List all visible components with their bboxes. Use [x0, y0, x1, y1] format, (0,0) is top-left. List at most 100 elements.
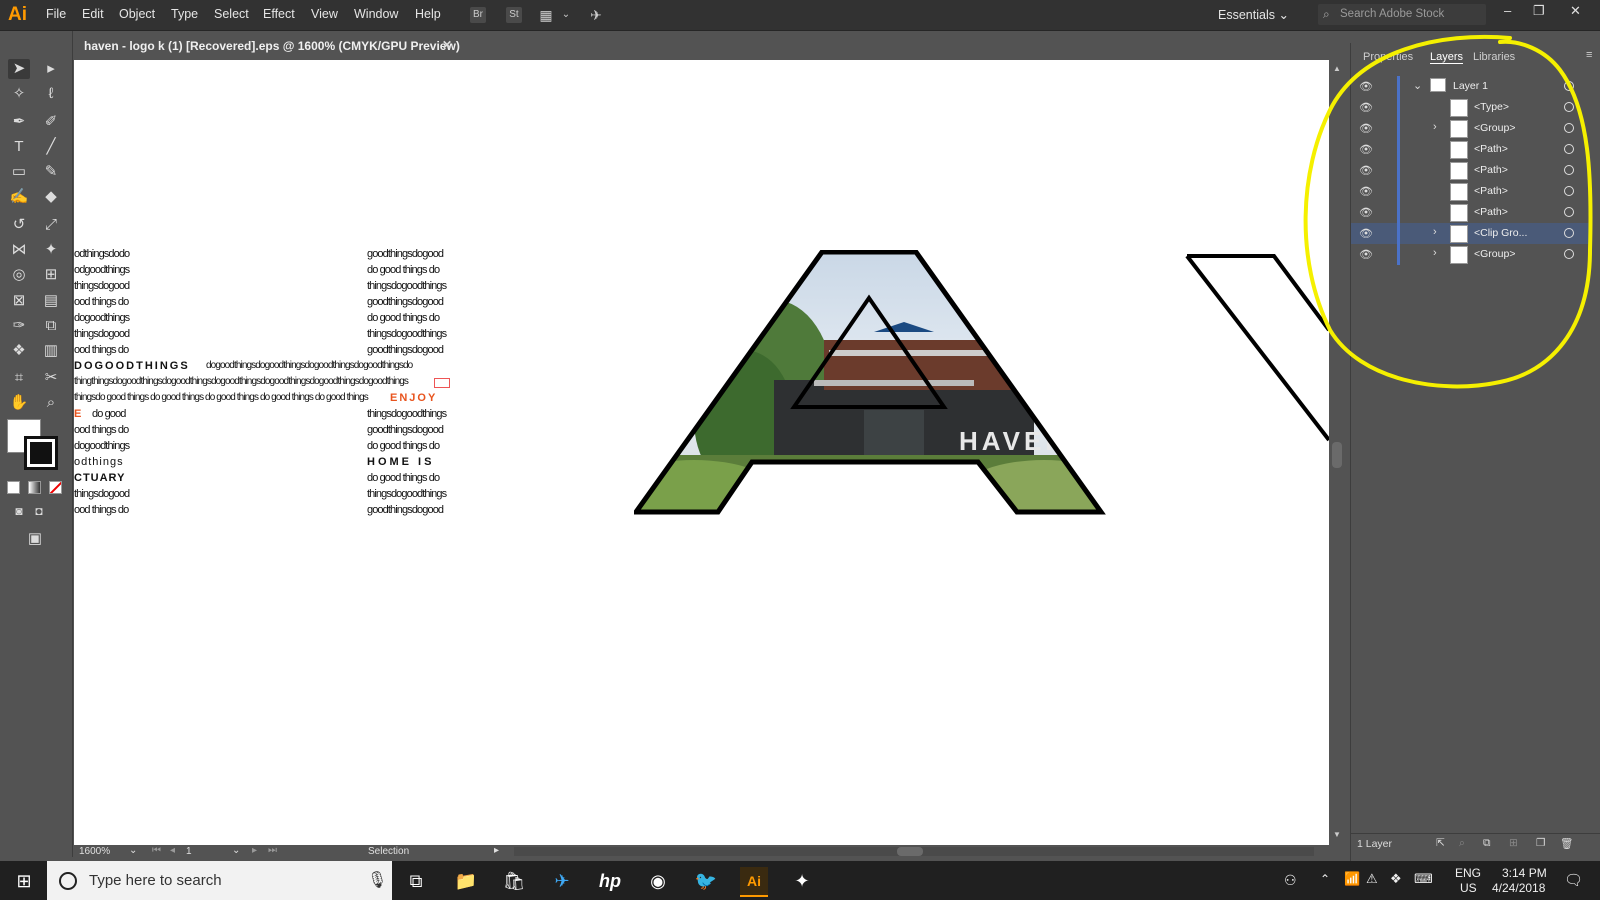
new-layer-icon[interactable]: ❐: [1536, 837, 1545, 849]
input-language[interactable]: ENG: [1455, 866, 1481, 880]
none-mode-icon[interactable]: [49, 481, 62, 494]
type-tool-icon[interactable]: T: [8, 137, 30, 157]
clock-date[interactable]: 4/24/2018: [1492, 881, 1545, 895]
width-tool-icon[interactable]: ⋈: [8, 240, 30, 260]
dropbox-icon[interactable]: ❖: [1390, 871, 1402, 887]
maximize-button[interactable]: ❐: [1533, 3, 1545, 19]
chevron-down-icon[interactable]: ⌄: [558, 7, 574, 23]
chrome-icon[interactable]: ◉: [644, 867, 672, 895]
menu-object[interactable]: Object: [119, 7, 155, 21]
eyedropper-tool-icon[interactable]: ✑: [8, 316, 30, 336]
magic-wand-tool-icon[interactable]: ✧: [8, 84, 30, 104]
illustrator-taskbar-icon[interactable]: Ai: [740, 867, 768, 897]
windows-start-icon[interactable]: ⊞: [10, 867, 38, 895]
direct-selection-tool-icon[interactable]: ▸: [40, 59, 62, 79]
minimize-button[interactable]: –: [1504, 3, 1511, 18]
clipping-mask-icon[interactable]: ⧉: [1483, 837, 1491, 850]
shaper-tool-icon[interactable]: ✍: [8, 187, 30, 207]
rectangle-tool-icon[interactable]: ▭: [8, 162, 30, 182]
input-region[interactable]: US: [1460, 881, 1477, 895]
action-center-icon[interactable]: 🗨: [1564, 871, 1583, 889]
column-graph-tool-icon[interactable]: ▥: [40, 341, 62, 361]
puppet-warp-tool-icon[interactable]: ✦: [40, 240, 62, 260]
artboard-dropdown-icon[interactable]: ⌄: [232, 845, 240, 856]
menu-window[interactable]: Window: [354, 7, 398, 21]
scroll-down-icon[interactable]: ▼: [1333, 830, 1341, 839]
first-artboard-icon[interactable]: ⏮: [152, 845, 161, 856]
hand-tool-icon[interactable]: ✋: [8, 393, 30, 413]
task-view-icon[interactable]: ⧉: [402, 867, 430, 895]
search-adobe-stock-input[interactable]: ⌕ Search Adobe Stock: [1318, 4, 1486, 25]
status-menu-icon[interactable]: ▸: [494, 845, 499, 856]
selection-tool-icon[interactable]: ➤: [8, 59, 30, 79]
perspective-grid-tool-icon[interactable]: ⊞: [40, 265, 62, 285]
store-icon[interactable]: 🛍: [500, 867, 528, 895]
symbol-sprayer-tool-icon[interactable]: ❖: [8, 341, 30, 361]
blend-tool-icon[interactable]: ⧉: [40, 316, 62, 336]
hp-icon[interactable]: hp: [596, 867, 624, 895]
pinned-app-3-icon[interactable]: ✦: [788, 867, 816, 895]
gradient-mode-icon[interactable]: [28, 481, 41, 494]
draw-behind-icon[interactable]: ◘: [28, 501, 50, 521]
antivirus-icon[interactable]: ⚠: [1366, 871, 1378, 887]
eraser-tool-icon[interactable]: ◆: [40, 187, 62, 207]
gradient-tool-icon[interactable]: ▤: [40, 291, 62, 311]
menu-edit[interactable]: Edit: [82, 7, 104, 21]
close-document-button[interactable]: ✕: [442, 38, 452, 52]
keyboard-icon[interactable]: ⌨: [1414, 871, 1433, 887]
current-tool-status[interactable]: Selection: [368, 846, 409, 857]
menu-help[interactable]: Help: [415, 7, 441, 21]
menu-file[interactable]: File: [46, 7, 66, 21]
pinned-app-2-icon[interactable]: 🐦: [692, 867, 720, 895]
menu-select[interactable]: Select: [214, 7, 249, 21]
close-window-button[interactable]: ✕: [1570, 3, 1581, 19]
last-artboard-icon[interactable]: ⏭: [268, 845, 277, 856]
pinned-app-icon[interactable]: ✈: [548, 867, 576, 895]
lasso-tool-icon[interactable]: ℓ: [40, 84, 62, 104]
change-screen-mode-icon[interactable]: ▣: [24, 529, 46, 549]
scale-tool-icon[interactable]: ⤢: [40, 215, 62, 235]
slice-tool-icon[interactable]: ✂: [40, 368, 62, 388]
file-explorer-icon[interactable]: 📁: [452, 867, 480, 895]
curvature-tool-icon[interactable]: ✐: [40, 112, 62, 132]
next-artboard-icon[interactable]: ▸: [252, 845, 257, 856]
vertical-scroll-thumb[interactable]: [1332, 442, 1342, 468]
clock-time[interactable]: 3:14 PM: [1502, 866, 1547, 880]
color-mode-icon[interactable]: [7, 481, 20, 494]
horizontal-scroll-thumb[interactable]: [897, 847, 923, 856]
arrange-documents-icon[interactable]: ▦: [538, 7, 554, 23]
gpu-performance-icon[interactable]: ✈: [588, 7, 604, 23]
new-sublayer-icon[interactable]: ⊞: [1509, 837, 1518, 849]
export-icon[interactable]: ⇱: [1436, 837, 1445, 849]
shape-builder-tool-icon[interactable]: ◎: [8, 265, 30, 285]
mesh-tool-icon[interactable]: ⊠: [8, 291, 30, 311]
stroke-color-swatch[interactable]: [24, 436, 58, 470]
people-icon[interactable]: ⚇: [1284, 872, 1297, 889]
document-tab[interactable]: haven - logo k (1) [Recovered].eps @ 160…: [74, 31, 460, 59]
rotate-tool-icon[interactable]: ↺: [8, 215, 30, 235]
horizontal-scrollbar[interactable]: [514, 847, 1314, 856]
show-hidden-icons-icon[interactable]: ⌃: [1320, 872, 1330, 886]
zoom-level[interactable]: 1600%: [79, 846, 110, 857]
pen-tool-icon[interactable]: ✒: [8, 112, 30, 132]
previous-artboard-icon[interactable]: ◂: [170, 845, 175, 856]
artboard-number[interactable]: 1: [186, 846, 192, 857]
locate-object-icon[interactable]: ⌕: [1459, 837, 1465, 850]
wifi-icon[interactable]: 📶: [1344, 871, 1360, 887]
zoom-dropdown-icon[interactable]: ⌄: [129, 845, 137, 856]
menu-type[interactable]: Type: [171, 7, 198, 21]
microphone-icon[interactable]: 🎙: [367, 870, 387, 890]
menu-view[interactable]: View: [311, 7, 338, 21]
line-segment-tool-icon[interactable]: ╱: [40, 137, 62, 157]
workspace-switcher[interactable]: Essentials ⌄: [1218, 7, 1289, 22]
paintbrush-tool-icon[interactable]: ✎: [40, 162, 62, 182]
delete-layer-icon[interactable]: 🗑: [1560, 837, 1573, 850]
draw-normal-icon[interactable]: ◙: [8, 501, 30, 521]
stock-icon[interactable]: St: [506, 7, 522, 23]
artboard-canvas[interactable]: odthingsdodo odgoodthings thingsdogood o…: [74, 60, 1329, 845]
taskbar-search-box[interactable]: Type here to search 🎙: [47, 861, 392, 900]
artboard-tool-icon[interactable]: ⌗: [8, 368, 30, 388]
text-overflow-marker[interactable]: [434, 378, 450, 388]
menu-effect[interactable]: Effect: [263, 7, 295, 21]
letter-a-clip-group[interactable]: HAVEN: [634, 250, 1114, 520]
